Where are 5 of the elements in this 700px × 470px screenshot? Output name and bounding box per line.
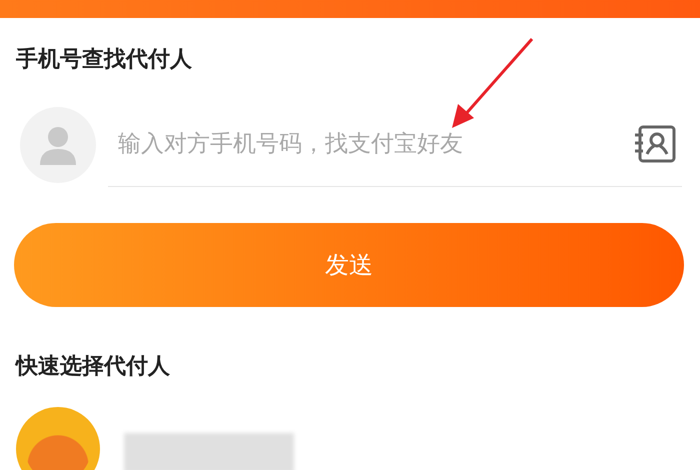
contacts-book-icon[interactable]	[634, 124, 678, 164]
section-title: 手机号查找代付人	[15, 46, 193, 74]
send-button[interactable]: 发送	[14, 223, 684, 307]
phone-input-field[interactable]: 输入对方手机号码，找支付宝好友	[108, 130, 634, 158]
section-title: 快速选择代付人	[14, 353, 171, 381]
